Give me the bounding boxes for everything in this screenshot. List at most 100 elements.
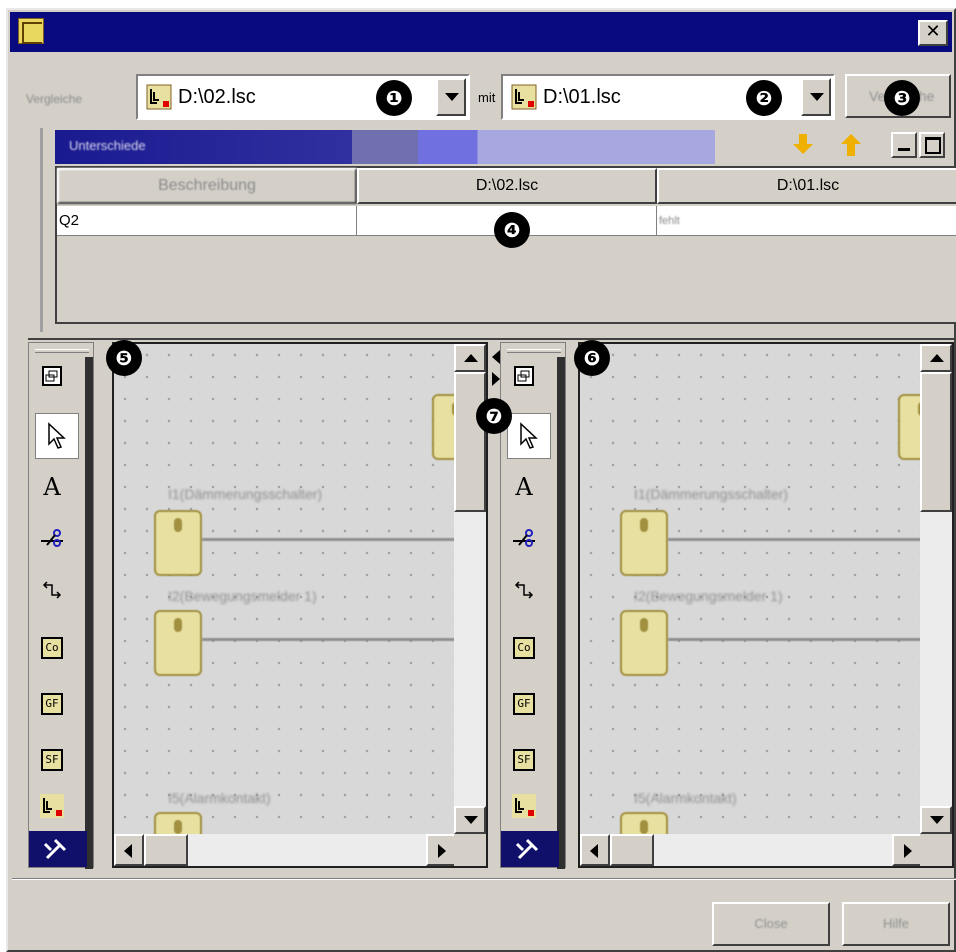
basic-function-icon[interactable]: GF — [507, 687, 541, 721]
block-label: I5(Alarmkontakt) — [634, 790, 737, 806]
callout-marker-2: ❷ — [746, 80, 782, 116]
scroll-right-button[interactable] — [426, 834, 456, 866]
minimize-panel-button[interactable] — [891, 132, 917, 158]
block-label: I2(Bewegungsmelder 1) — [168, 588, 317, 604]
title-bar: ✕ — [10, 12, 952, 52]
help-button[interactable]: Hilfe — [842, 902, 950, 946]
connection-wire[interactable] — [202, 538, 456, 541]
scroll-corner — [920, 834, 952, 866]
sf-label: SF — [513, 749, 535, 771]
footer-separator — [12, 878, 956, 880]
connection-wire[interactable] — [668, 638, 922, 641]
simulation-icon[interactable] — [501, 831, 559, 867]
gf-label: GF — [513, 693, 535, 715]
scroll-up-button[interactable] — [454, 344, 486, 372]
compare-label: Vergleiche — [26, 92, 83, 106]
co-label: Co — [513, 637, 535, 659]
toolbar-separator — [85, 357, 93, 869]
left-file-dropdown-button[interactable] — [436, 78, 466, 116]
scroll-thumb[interactable] — [144, 834, 188, 866]
connect-icon[interactable] — [507, 579, 541, 613]
close-window-button[interactable]: ✕ — [918, 20, 948, 46]
scroll-corner — [454, 834, 486, 866]
text-icon[interactable]: A — [507, 473, 541, 507]
left-file-combo[interactable]: D:\02.lsc — [136, 74, 470, 120]
right-file-combo[interactable]: D:\01.lsc — [501, 74, 835, 120]
callout-marker-6: ❻ — [574, 340, 610, 376]
scroll-left-button[interactable] — [580, 834, 610, 866]
mit-label: mit — [478, 90, 496, 105]
special-function-icon[interactable]: SF — [35, 743, 69, 777]
maximize-panel-button[interactable] — [919, 132, 945, 158]
callout-marker-5: ❺ — [106, 340, 142, 376]
cell-description: Q2 — [57, 206, 357, 236]
right-file-dropdown-button[interactable] — [801, 78, 831, 116]
left-toolbar: A Co GF SF — [28, 342, 94, 869]
toolbar-grip[interactable] — [35, 349, 89, 353]
collapse-left-icon[interactable] — [492, 350, 500, 364]
constant-block-icon[interactable]: Co — [35, 631, 69, 665]
horizontal-scrollbar[interactable] — [114, 834, 456, 866]
right-file-value: D:\01.lsc — [543, 86, 621, 108]
cell-right-value: fehlt — [659, 215, 680, 227]
horizontal-scrollbar[interactable] — [580, 834, 922, 866]
vertical-scrollbar[interactable] — [920, 344, 952, 834]
window-tile-icon[interactable] — [35, 365, 69, 399]
text-icon[interactable]: A — [35, 473, 69, 507]
scroll-up-button[interactable] — [920, 344, 952, 372]
connection-wire[interactable] — [668, 538, 922, 541]
connect-icon[interactable] — [35, 579, 69, 613]
scroll-thumb[interactable] — [454, 372, 486, 512]
connection-wire[interactable] — [202, 638, 456, 641]
block-label: I1(Dämmerungsschalter) — [634, 486, 789, 502]
scroll-right-button[interactable] — [892, 834, 922, 866]
program-file-icon — [511, 84, 537, 110]
co-label: Co — [41, 637, 63, 659]
cut-wire-icon[interactable] — [35, 527, 69, 561]
close-button-label: Close — [754, 916, 788, 931]
scroll-down-button[interactable] — [454, 806, 486, 834]
previous-difference-icon[interactable] — [841, 134, 861, 156]
left-file-value: D:\02.lsc — [178, 86, 256, 108]
collapse-right-icon[interactable] — [492, 372, 500, 386]
toolbar-separator — [557, 357, 565, 869]
right-diagram-canvas[interactable]: I1(Dämmerungsschalter) I2(Bewegungsmelde… — [578, 342, 954, 868]
pointer-icon[interactable] — [35, 413, 79, 459]
cut-wire-icon[interactable] — [507, 527, 541, 561]
scroll-down-button[interactable] — [920, 806, 952, 834]
close-button[interactable]: Close — [712, 902, 830, 946]
scroll-left-button[interactable] — [114, 834, 144, 866]
callout-marker-1: ❶ — [376, 80, 412, 116]
differences-title: Unterschiede — [69, 138, 146, 153]
column-header-left-file[interactable]: D:\02.lsc — [357, 168, 657, 204]
block-label: I5(Alarmkontakt) — [168, 790, 271, 806]
callout-marker-4: ❹ — [494, 212, 530, 248]
next-difference-icon[interactable] — [793, 134, 813, 156]
text-tool-glyph: A — [43, 473, 61, 501]
simulation-icon[interactable] — [29, 831, 87, 867]
block-label: I2(Bewegungsmelder 1) — [634, 588, 783, 604]
input-block-i2[interactable] — [620, 610, 668, 676]
differences-header: Unterschiede — [55, 130, 715, 164]
column-header-right-file[interactable]: D:\01.lsc — [657, 168, 956, 204]
left-diagram-canvas[interactable]: I1(Dämmerungsschalter) I2(Bewegungsmelde… — [112, 342, 488, 868]
sf-label: SF — [41, 749, 63, 771]
special-function-icon[interactable]: SF — [507, 743, 541, 777]
window-tile-icon[interactable] — [507, 365, 541, 399]
input-block-i1[interactable] — [154, 510, 202, 576]
program-icon[interactable] — [35, 793, 69, 827]
scroll-thumb[interactable] — [610, 834, 654, 866]
toolbar-grip[interactable] — [507, 349, 561, 353]
scroll-thumb[interactable] — [920, 372, 952, 512]
app-icon — [18, 18, 44, 44]
column-header-description[interactable]: Beschreibung — [57, 168, 357, 204]
program-icon[interactable] — [507, 793, 541, 827]
program-file-icon — [146, 84, 172, 110]
pointer-icon[interactable] — [507, 413, 551, 459]
help-button-label: Hilfe — [882, 916, 909, 931]
text-tool-glyph: A — [515, 473, 533, 501]
constant-block-icon[interactable]: Co — [507, 631, 541, 665]
input-block-i2[interactable] — [154, 610, 202, 676]
input-block-i1[interactable] — [620, 510, 668, 576]
basic-function-icon[interactable]: GF — [35, 687, 69, 721]
